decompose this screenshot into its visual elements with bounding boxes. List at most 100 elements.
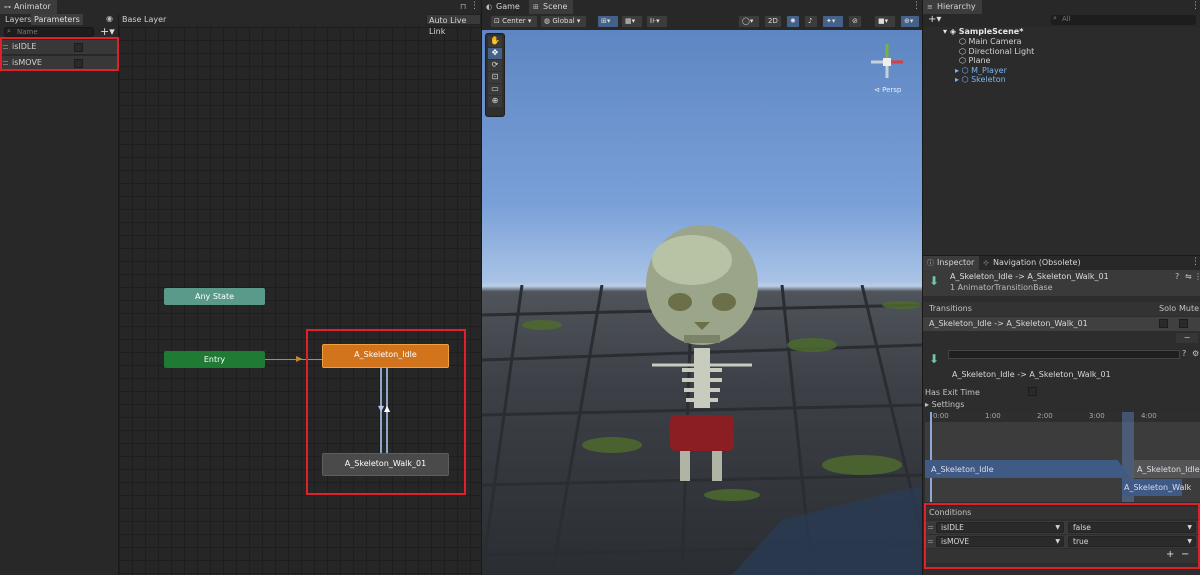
- parameters-tab[interactable]: Parameters: [31, 14, 83, 25]
- increment-button[interactable]: ⊪▾: [646, 15, 668, 28]
- has-exit-time-label: Has Exit Time: [925, 388, 980, 397]
- arrow-head-icon: ▶: [296, 354, 303, 363]
- preset-icon[interactable]: ⇋: [1185, 272, 1192, 281]
- tab-hierarchy[interactable]: ≡ Hierarchy: [923, 0, 982, 14]
- clip-bar-idle: A_Skeleton_Idle: [925, 460, 1130, 478]
- remove-condition-button[interactable]: −: [1181, 549, 1189, 560]
- effects-button[interactable]: ✦▾: [822, 15, 844, 28]
- skeleton-character: [646, 225, 758, 481]
- more-options-icon[interactable]: ⋮: [1191, 1, 1200, 11]
- tab-scene[interactable]: ⊞ Scene: [529, 0, 574, 14]
- transition-timeline[interactable]: 0:00 1:00 2:00 3:00 4:00 A_Skeleton_Idle…: [925, 412, 1200, 502]
- animator-panel: ⊶ Animator ⋮ ⊓ Layers Parameters ◉ ⌕ Name…: [0, 0, 481, 575]
- tab-game[interactable]: ◐ Game: [482, 0, 526, 14]
- more-options-icon[interactable]: ⋮: [1191, 257, 1200, 267]
- more-icon[interactable]: ⋮: [1194, 272, 1200, 281]
- condition-param-dropdown[interactable]: isIDLE ▼: [936, 522, 1064, 533]
- conditions-header: Conditions: [925, 507, 1200, 519]
- space-dropdown[interactable]: ◍ Global ▾: [540, 15, 587, 28]
- tick-1: 1:00: [985, 412, 1001, 420]
- graph-header: Base Layer Auto Live Link: [119, 14, 481, 36]
- parameter-checkbox[interactable]: [74, 43, 83, 52]
- rect-tool-icon[interactable]: ▭: [488, 84, 502, 95]
- search-icon: ⌕: [1053, 14, 1057, 22]
- hierarchy-item[interactable]: ⬡ Main Camera: [959, 37, 1022, 47]
- breadcrumb-base-layer[interactable]: Base Layer: [122, 15, 166, 24]
- info-icon: ⓘ: [927, 259, 934, 267]
- parameter-search-input[interactable]: ⌕ Name: [4, 27, 94, 37]
- dropdown-arrow-icon: ▼: [1055, 538, 1060, 545]
- create-button[interactable]: +▾: [928, 14, 941, 25]
- more-options-icon[interactable]: ⋮: [470, 1, 479, 11]
- condition-param-dropdown[interactable]: isMOVE ▼: [936, 536, 1064, 547]
- search-placeholder: All: [1062, 15, 1071, 23]
- state-a-skeleton-idle[interactable]: A_Skeleton_Idle: [322, 344, 449, 368]
- search-icon: ⌕: [7, 27, 11, 35]
- transform-tool-icon[interactable]: ⊕: [488, 96, 502, 107]
- snap-button[interactable]: ⊞▾: [597, 15, 619, 28]
- drag-handle-icon[interactable]: [3, 45, 8, 49]
- hierarchy-item[interactable]: ▸ ⬡ Skeleton: [955, 75, 1006, 85]
- lock-icon[interactable]: ⊓: [460, 2, 466, 11]
- rotate-tool-icon[interactable]: ⟳: [488, 60, 502, 71]
- help-icon[interactable]: ?: [1182, 349, 1186, 358]
- parameter-row-ismove[interactable]: isMOVE: [0, 56, 118, 70]
- pivot-dropdown[interactable]: ⊡ Center ▾: [490, 15, 538, 28]
- layers-tab[interactable]: Layers: [2, 14, 34, 25]
- state-a-skeleton-walk[interactable]: A_Skeleton_Walk_01: [322, 453, 449, 476]
- gizmos-button[interactable]: ⊕▾: [900, 15, 920, 28]
- add-condition-button[interactable]: +: [1166, 549, 1174, 560]
- scene-root-item[interactable]: ▾ ◈ SampleScene*: [943, 27, 1023, 37]
- audio-toggle-icon[interactable]: ♪: [804, 15, 818, 28]
- transition-list-item[interactable]: A_Skeleton_Idle -> A_Skeleton_Walk_01: [923, 317, 1200, 331]
- hierarchy-item[interactable]: ⬡ Plane: [959, 56, 990, 66]
- tab-navigation[interactable]: ⊹ Navigation (Obsolete): [979, 256, 1087, 270]
- scene-viewport[interactable]: ✋ ✥ ⟳ ⊡ ▭ ⊕ ⊲ Persp: [482, 30, 922, 575]
- drag-handle-icon[interactable]: [3, 61, 8, 65]
- state-any-state[interactable]: Any State: [164, 288, 265, 305]
- condition-row[interactable]: isMOVE ▼ true ▼: [925, 535, 1200, 548]
- camera-button[interactable]: ■▾: [874, 15, 896, 28]
- condition-value-dropdown[interactable]: true ▼: [1068, 536, 1196, 547]
- condition-value-dropdown[interactable]: false ▼: [1068, 522, 1196, 533]
- has-exit-time-checkbox[interactable]: [1028, 387, 1037, 396]
- hierarchy-search-input[interactable]: ⌕ All: [1051, 14, 1196, 25]
- parameter-row-isidle[interactable]: isIDLE: [0, 40, 118, 54]
- tab-inspector[interactable]: ⓘ Inspector: [923, 256, 981, 270]
- playhead[interactable]: [930, 412, 932, 502]
- transition-title: A_Skeleton_Idle -> A_Skeleton_Walk_01: [952, 370, 1111, 379]
- 2d-toggle[interactable]: 2D: [764, 15, 782, 28]
- dropdown-arrow-icon: ▼: [1055, 524, 1060, 531]
- persp-label[interactable]: ⊲ Persp: [874, 86, 901, 94]
- orientation-gizmo[interactable]: [860, 38, 914, 88]
- add-parameter-button[interactable]: +▾: [100, 26, 115, 37]
- drag-handle-icon[interactable]: [928, 526, 933, 529]
- transition-name-field[interactable]: [948, 350, 1180, 359]
- drag-handle-icon[interactable]: [928, 540, 933, 543]
- hierarchy-item[interactable]: ▸ ⬡ M_Player: [955, 66, 1007, 76]
- condition-row[interactable]: isIDLE ▼ false ▼: [925, 521, 1200, 534]
- auto-live-link-button[interactable]: Auto Live Link: [426, 14, 481, 36]
- more-options-icon[interactable]: ⋮: [912, 1, 921, 11]
- help-icon[interactable]: ?: [1175, 272, 1179, 281]
- hierarchy-icon: ≡: [927, 3, 933, 11]
- mute-checkbox[interactable]: [1179, 319, 1188, 328]
- eye-icon[interactable]: ◉: [106, 14, 113, 23]
- gear-icon[interactable]: ⚙: [1192, 349, 1199, 358]
- tab-animator[interactable]: ⊶ Animator: [0, 0, 57, 14]
- clip-bar-walk: A_Skeleton_Walk: [1122, 479, 1191, 496]
- scale-tool-icon[interactable]: ⊡: [488, 72, 502, 83]
- settings-foldout[interactable]: ▸ Settings: [925, 400, 964, 409]
- hierarchy-item[interactable]: ⬡ Directional Light: [959, 47, 1034, 57]
- solo-checkbox[interactable]: [1159, 319, 1168, 328]
- lighting-toggle-icon[interactable]: ✹: [786, 15, 800, 28]
- state-entry[interactable]: Entry: [164, 351, 265, 368]
- move-tool-icon[interactable]: ✥: [488, 48, 502, 59]
- remove-transition-button[interactable]: −: [1176, 333, 1198, 343]
- hidden-objects-icon[interactable]: ⊘: [848, 15, 862, 28]
- hand-tool-icon[interactable]: ✋: [488, 36, 502, 47]
- grid-button[interactable]: ▦▾: [621, 15, 643, 28]
- draw-mode-button[interactable]: ◯▾: [738, 15, 760, 28]
- tick-0: 0:00: [933, 412, 949, 420]
- parameter-checkbox[interactable]: [74, 59, 83, 68]
